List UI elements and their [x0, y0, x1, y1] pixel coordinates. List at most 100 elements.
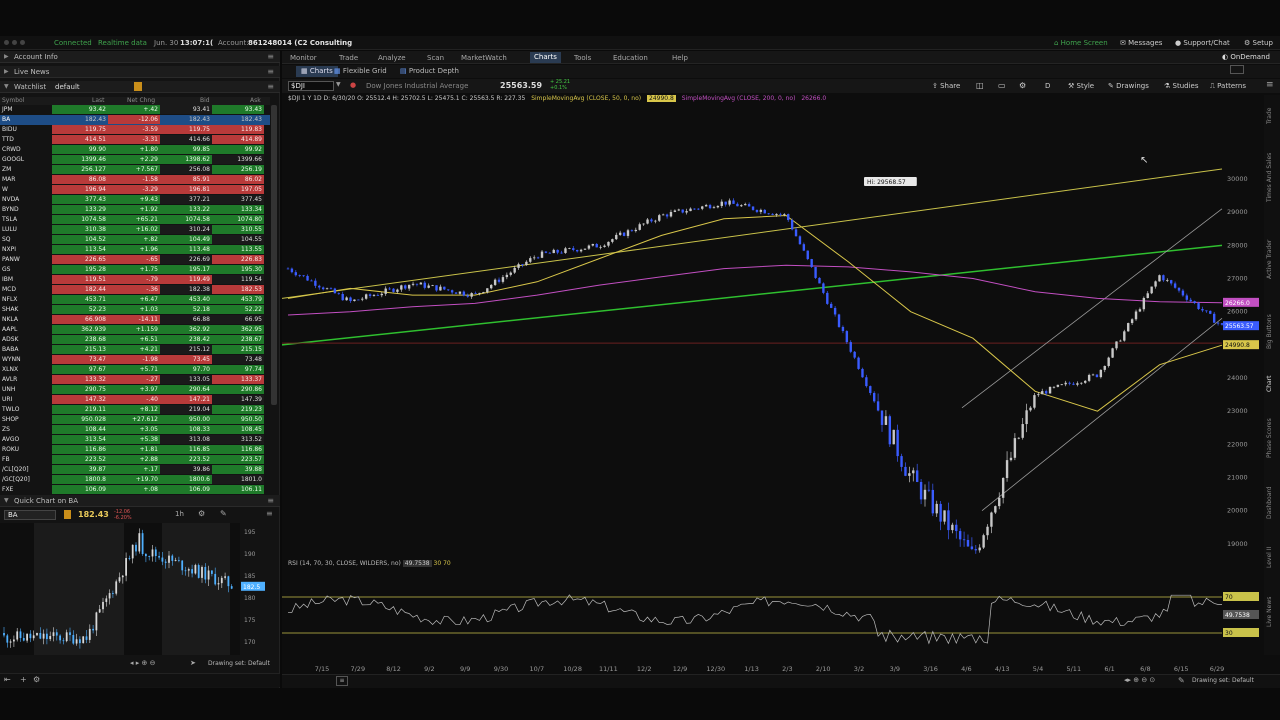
alert-icon[interactable]: ● [350, 81, 356, 89]
tab-flexible-grid[interactable]: ▦ Flexible Grid [334, 67, 387, 75]
row-symbol[interactable]: XLNX [2, 366, 50, 373]
home-screen-link[interactable]: ⌂ Home Screen [1054, 39, 1108, 47]
row-symbol[interactable]: MAR [2, 176, 50, 183]
watchlist-row[interactable]: /GC[Q20] 1800.8 +19.70 1800.6 1801.0 [0, 475, 270, 485]
watchlist-row[interactable]: FXE 106.09 +.08 106.09 106.11 [0, 485, 270, 495]
drawing-set-label[interactable]: Drawing set: Default [1192, 677, 1254, 684]
watchlist-row[interactable]: IBM 119.51 -.79 119.49 119.54 [0, 275, 270, 285]
side-tab-phase-scores[interactable]: Phase Scores [1266, 404, 1278, 472]
watchlist-row[interactable]: NVDA 377.43 +9.43 377.21 377.45 [0, 195, 270, 205]
watchlist-row[interactable]: URI 147.32 -.40 147.21 147.39 [0, 395, 270, 405]
watchlist-row[interactable]: SHOP 950.028 +27.612 950.00 950.50 [0, 415, 270, 425]
row-symbol[interactable]: ROKU [2, 446, 50, 453]
col-net-change[interactable]: Net Chng [127, 97, 155, 104]
style-button[interactable]: ⚒ Style [1068, 82, 1094, 90]
menu-scan[interactable]: Scan [427, 54, 444, 62]
expand-icon[interactable]: ≡ [336, 676, 348, 686]
watchlist-row[interactable]: TTD 414.51 -3.31 414.66 414.89 [0, 135, 270, 145]
watchlist-row[interactable]: W 196.94 -3.29 196.81 197.05 [0, 185, 270, 195]
row-symbol[interactable]: GOOGL [2, 156, 50, 163]
row-symbol[interactable]: ADSK [2, 336, 50, 343]
watchlist-row[interactable]: NKLA 66.908 -14.11 66.88 66.95 [0, 315, 270, 325]
watchlist-scrollbar[interactable] [271, 105, 277, 405]
watchlist-row[interactable]: ZS 108.44 +3.05 108.33 108.45 [0, 425, 270, 435]
watchlist-row[interactable]: BYND 133.29 +1.92 133.22 133.34 [0, 205, 270, 215]
row-symbol[interactable]: TTD [2, 136, 50, 143]
row-symbol[interactable]: WYNN [2, 356, 50, 363]
study-sma200-label[interactable]: SimpleMovingAvg (CLOSE, 200, 0, no) [682, 95, 796, 102]
row-symbol[interactable]: SQ [2, 236, 50, 243]
quick-symbol-input[interactable]: BA [4, 510, 56, 520]
menu-icon[interactable]: ≡ [266, 509, 273, 518]
tab-product-depth[interactable]: ▤ Product Depth [400, 67, 459, 75]
row-symbol[interactable]: SHOP [2, 416, 50, 423]
sma50-line[interactable] [287, 214, 1223, 412]
watchlist-row[interactable]: ADSK 238.68 +6.51 238.42 238.67 [0, 335, 270, 345]
watchlist-row[interactable]: NFLX 453.71 +6.47 453.40 453.79 [0, 295, 270, 305]
menu-icon[interactable]: ≡ [267, 52, 274, 61]
watchlist-row[interactable]: ROKU 116.86 +1.81 116.85 116.86 [0, 445, 270, 455]
drawing-tool-icon[interactable]: ✎ [220, 509, 227, 518]
row-symbol[interactable]: SHAK [2, 306, 50, 313]
side-tab-chart[interactable]: Chart [1266, 367, 1278, 400]
row-symbol[interactable]: FB [2, 456, 50, 463]
menu-education[interactable]: Education [613, 54, 648, 62]
restore-window-icon[interactable] [1230, 65, 1244, 74]
menu-charts[interactable]: Charts [530, 52, 561, 63]
row-symbol[interactable]: ZS [2, 426, 50, 433]
col-last[interactable]: Last [92, 97, 105, 104]
watchlist-row[interactable]: AVGO 313.54 +5.38 313.08 313.52 [0, 435, 270, 445]
row-symbol[interactable]: BIDU [2, 126, 50, 133]
watchlist-row[interactable]: /CL[Q20] 39.87 +.17 39.86 39.88 [0, 465, 270, 475]
menu-marketwatch[interactable]: MarketWatch [461, 54, 507, 62]
watchlist-row[interactable]: FB 223.52 +2.88 223.52 223.57 [0, 455, 270, 465]
drawing-tool-icon[interactable]: ✎ [1178, 676, 1185, 685]
quick-chart-header[interactable]: ▼ Quick Chart on BA ≡ [0, 495, 280, 507]
watchlist-row[interactable]: AVLR 133.32 -.27 133.05 133.37 [0, 375, 270, 385]
menu-icon[interactable]: ≡ [267, 496, 274, 505]
row-symbol[interactable]: URI [2, 396, 50, 403]
channel-line-lower[interactable] [981, 317, 1223, 511]
share-button[interactable]: ⇪ Share [932, 82, 960, 90]
row-symbol[interactable]: LULU [2, 226, 50, 233]
watchlist-row[interactable]: SHAK 52.23 +1.03 52.18 52.22 [0, 305, 270, 315]
side-tab-big-buttons[interactable]: Big Buttons [1266, 300, 1278, 363]
watchlist-row[interactable]: CRWD 99.90 +1.80 99.85 99.92 [0, 145, 270, 155]
row-symbol[interactable]: NVDA [2, 196, 50, 203]
snapshot-icon[interactable]: ◫ [976, 81, 984, 90]
symbol-input[interactable]: $DJI [288, 81, 334, 91]
watchlist-row[interactable]: GOOGL 1399.46 +2.29 1398.62 1399.66 [0, 155, 270, 165]
watchlist-row[interactable]: TWLO 219.11 +8.12 219.04 219.23 [0, 405, 270, 415]
row-symbol[interactable]: IBM [2, 276, 50, 283]
watchlist-row[interactable]: JPM 93.42 +.42 93.41 93.43 [0, 105, 270, 115]
side-tab-times-and-sales[interactable]: Times And Sales [1266, 136, 1278, 219]
side-tab-live-news[interactable]: Live News [1266, 585, 1278, 638]
print-icon[interactable]: ▭ [998, 81, 1006, 90]
support-chat-link[interactable]: ● Support/Chat [1175, 39, 1230, 47]
menu-tools[interactable]: Tools [574, 54, 591, 62]
row-symbol[interactable]: GS [2, 266, 50, 273]
row-symbol[interactable]: NXPI [2, 246, 50, 253]
side-tab-level-ii[interactable]: Level II [1266, 533, 1278, 581]
side-tab-active-trader[interactable]: Active Trader [1266, 223, 1278, 296]
watchlist-row[interactable]: PANW 226.65 -.65 226.69 226.83 [0, 255, 270, 265]
watchlist-row[interactable]: AAPL 362.939 +1.159 362.92 362.95 [0, 325, 270, 335]
symbol-dropdown-icon[interactable]: ▼ [336, 81, 341, 88]
col-ask[interactable]: Ask [250, 97, 261, 104]
row-symbol[interactable]: NFLX [2, 296, 50, 303]
row-symbol[interactable]: W [2, 186, 50, 193]
watchlist-row[interactable]: MCD 182.44 -.36 182.38 182.53 [0, 285, 270, 295]
gear-icon[interactable]: ⚙ [33, 675, 40, 684]
row-symbol[interactable]: BABA [2, 346, 50, 353]
watchlist-row[interactable]: LULU 310.38 +16.02 310.24 310.55 [0, 225, 270, 235]
side-tab-dashboard[interactable]: Dashboard [1266, 476, 1278, 529]
link-icon[interactable] [64, 510, 71, 519]
account-info-header[interactable]: ▶ Account Info ≡ [0, 51, 280, 63]
settings-icon[interactable]: ⚙ [198, 509, 205, 518]
menu-icon[interactable]: ≡ [1266, 80, 1274, 90]
row-symbol[interactable]: AVLR [2, 376, 50, 383]
row-symbol[interactable]: UNH [2, 386, 50, 393]
account-number[interactable]: 861248014 (C2 Consulting [248, 39, 352, 47]
row-symbol[interactable]: JPM [2, 106, 50, 113]
row-symbol[interactable]: AVGO [2, 436, 50, 443]
